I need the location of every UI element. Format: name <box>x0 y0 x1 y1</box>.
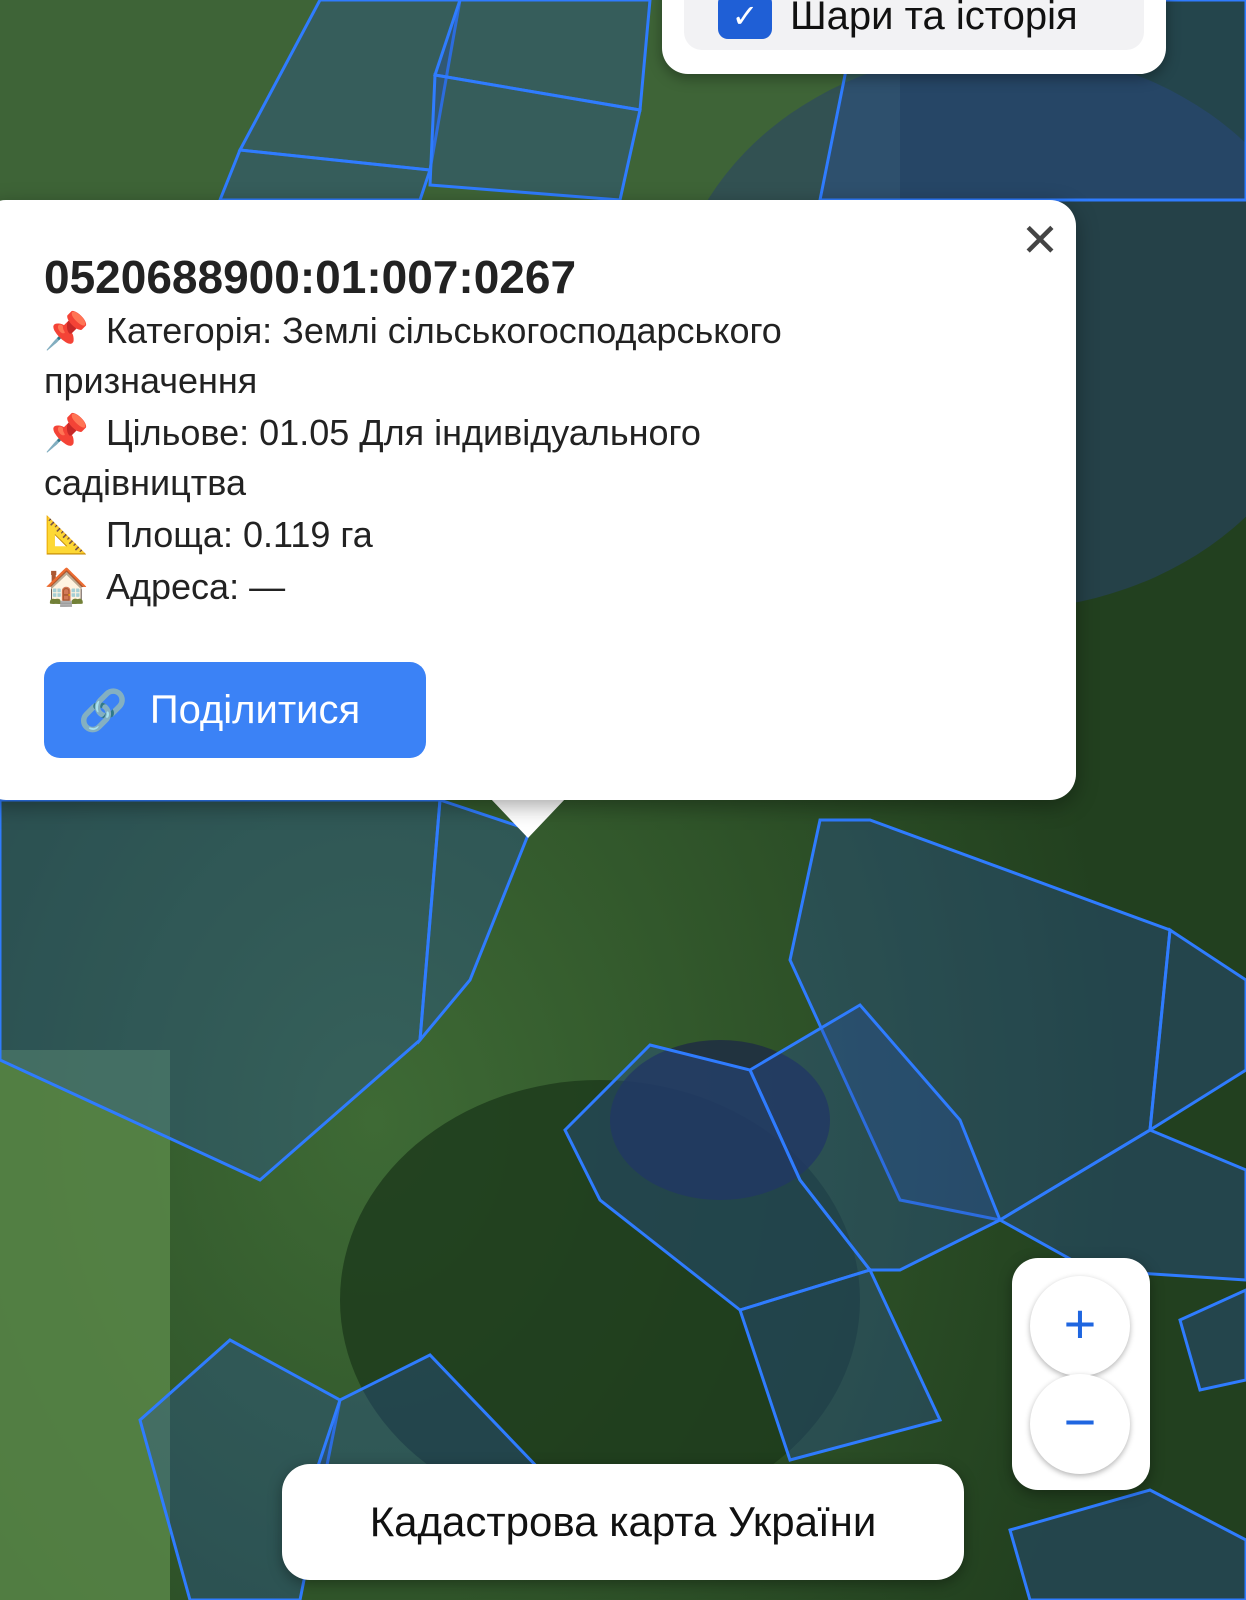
zoom-in-button[interactable]: + <box>1030 1276 1130 1376</box>
zoom-controls: + − <box>1012 1258 1150 1490</box>
parcel-cadastral-number: 0520688900:01:007:0267 <box>44 251 577 303</box>
zoom-out-button[interactable]: − <box>1030 1374 1130 1474</box>
layers-toggle[interactable]: ✓ Шари та історія <box>684 0 1144 50</box>
link-icon: 🔗 <box>78 688 128 733</box>
house-icon: 🏠 <box>44 566 89 607</box>
share-button[interactable]: 🔗 Поділитися <box>44 662 426 758</box>
purpose-text-continued: садівництва <box>44 462 246 503</box>
map-title-text: Кадастрова карта України <box>369 1498 877 1545</box>
area-text: Площа: 0.119 га <box>106 514 373 555</box>
layers-history-label: Шари та історія <box>790 0 1078 38</box>
close-icon[interactable]: ✕ <box>1018 217 1062 263</box>
address-row: 🏠 Адреса: — <box>44 562 285 612</box>
area-row: 📐 Площа: 0.119 га <box>44 510 373 560</box>
popup-pointer <box>490 798 566 838</box>
pushpin-icon: 📌 <box>44 310 89 351</box>
purpose-row: 📌 Цільове: 01.05 Для індивідуального <box>44 408 701 458</box>
category-text: Категорія: Землі сільськогосподарського <box>106 310 782 351</box>
purpose-text: Цільове: 01.05 Для індивідуального <box>106 412 701 453</box>
checkbox-checked-icon[interactable]: ✓ <box>718 0 772 39</box>
address-text: Адреса: — <box>106 566 286 607</box>
layers-history-panel[interactable]: ✓ Шари та історія <box>662 0 1166 74</box>
map-title-bar: Кадастрова карта України <box>282 1464 964 1580</box>
pushpin-icon: 📌 <box>44 412 89 453</box>
purpose-row-continued: садівництва <box>44 458 246 508</box>
share-button-label: Поділитися <box>149 687 361 732</box>
category-text-continued: призначення <box>44 360 258 401</box>
category-row: 📌 Категорія: Землі сільськогосподарського <box>44 306 782 356</box>
triangular-ruler-icon: 📐 <box>44 514 89 555</box>
category-row-continued: призначення <box>44 356 257 406</box>
